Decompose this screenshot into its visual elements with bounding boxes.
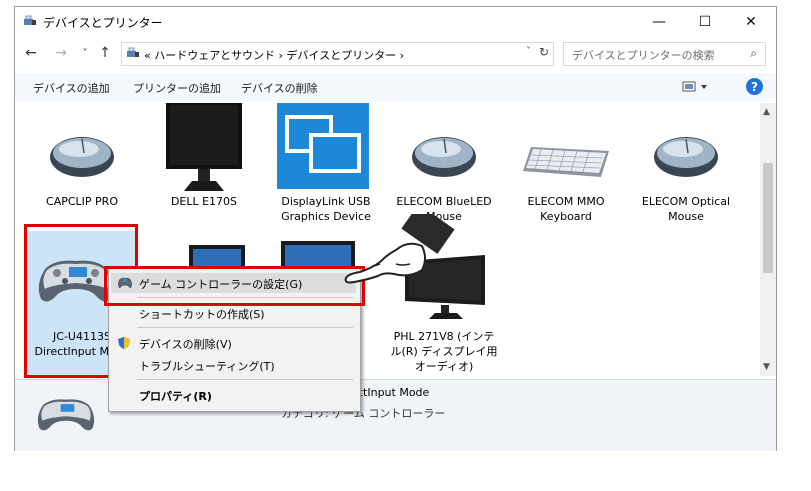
keyboard-icon bbox=[523, 147, 609, 177]
shield-icon bbox=[118, 337, 130, 349]
menu-highlight-box bbox=[104, 266, 365, 306]
add-device-button[interactable]: デバイスの追加 bbox=[33, 80, 110, 96]
up-button[interactable]: ↑ bbox=[95, 43, 115, 63]
device-elecom-optical-mouse[interactable]: ELECOM Optical Mouse bbox=[631, 103, 741, 223]
help-button[interactable]: ? bbox=[746, 78, 763, 95]
menu-separator bbox=[137, 327, 353, 328]
vertical-scrollbar[interactable]: ▲ ▼ bbox=[760, 103, 776, 376]
scroll-down-icon[interactable]: ▼ bbox=[763, 362, 770, 372]
menu-label: ショートカットの作成(S) bbox=[139, 308, 265, 321]
menu-item-remove-device[interactable]: デバイスの削除(V) bbox=[111, 333, 356, 353]
command-bar: デバイスの追加 プリンターの追加 デバイスの削除 ? bbox=[15, 73, 776, 101]
address-row: ← → ˅ ↑ « ハードウェアとサウンド › デバイスとプリンター › ˅ ↻… bbox=[15, 39, 776, 67]
devices-printers-icon bbox=[24, 15, 36, 25]
menu-label: プロパティ(R) bbox=[139, 390, 212, 403]
remove-device-button[interactable]: デバイスの削除 bbox=[241, 80, 318, 96]
device-displaylink[interactable]: DisplayLink USB Graphics Device bbox=[271, 103, 381, 223]
close-button[interactable]: ✕ bbox=[728, 7, 774, 37]
mouse-icon bbox=[412, 137, 476, 177]
device-label: PHL 271V8 (インテル(R) ディスプレイ用オーディオ) bbox=[390, 330, 498, 373]
add-printer-button[interactable]: プリンターの追加 bbox=[133, 80, 221, 96]
device-label: ELECOM MMO Keyboard bbox=[527, 195, 605, 223]
change-view-icon[interactable] bbox=[681, 80, 711, 94]
recent-locations-button[interactable]: ˅ bbox=[75, 43, 95, 63]
gamepad-icon bbox=[37, 399, 95, 431]
title-bar: デバイスとプリンター — ☐ ✕ bbox=[15, 7, 776, 37]
window-title: デバイスとプリンター bbox=[43, 16, 163, 30]
scroll-up-icon[interactable]: ▲ bbox=[763, 107, 770, 117]
menu-item-create-shortcut[interactable]: ショートカットの作成(S) bbox=[111, 303, 356, 323]
menu-item-properties[interactable]: プロパティ(R) bbox=[111, 385, 356, 405]
monitor-icon bbox=[166, 103, 242, 191]
refresh-icon[interactable]: ↻ bbox=[539, 45, 549, 59]
mouse-icon bbox=[654, 137, 718, 177]
scroll-thumb[interactable] bbox=[763, 163, 773, 273]
mouse-icon bbox=[50, 137, 114, 177]
menu-label: トラブルシューティング(T) bbox=[139, 360, 275, 373]
device-dell-e170s[interactable]: DELL E170S bbox=[149, 103, 259, 223]
search-icon[interactable]: ⌕ bbox=[750, 46, 757, 61]
search-placeholder: デバイスとプリンターの検索 bbox=[572, 49, 715, 62]
menu-label: デバイスの削除(V) bbox=[139, 338, 232, 351]
device-capclip-pro[interactable]: CAPCLIP PRO bbox=[27, 103, 137, 223]
device-elecom-blueled-mouse[interactable]: ELECOM BlueLED Mouse bbox=[389, 103, 499, 223]
back-button[interactable]: ← bbox=[21, 43, 41, 63]
displaylink-icon bbox=[277, 103, 369, 189]
maximize-button[interactable]: ☐ bbox=[682, 7, 728, 37]
menu-item-troubleshoot[interactable]: トラブルシューティング(T) bbox=[111, 355, 356, 375]
breadcrumb[interactable]: « ハードウェアとサウンド › デバイスとプリンター › bbox=[144, 47, 404, 63]
device-elecom-mmo-keyboard[interactable]: ELECOM MMO Keyboard bbox=[511, 103, 621, 223]
control-panel-icon bbox=[127, 47, 139, 57]
menu-separator bbox=[137, 379, 353, 380]
pointing-hand-icon bbox=[344, 214, 455, 284]
search-input[interactable]: デバイスとプリンターの検索 ⌕ bbox=[563, 42, 766, 66]
device-label: DELL E170S bbox=[170, 195, 238, 208]
forward-button[interactable]: → bbox=[51, 43, 71, 63]
minimize-button[interactable]: — bbox=[636, 7, 682, 37]
address-bar[interactable]: « ハードウェアとサウンド › デバイスとプリンター › ˅ ↻ bbox=[121, 42, 554, 66]
address-dropdown-icon[interactable]: ˅ bbox=[526, 46, 531, 57]
device-label: ELECOM Optical Mouse bbox=[641, 195, 731, 223]
device-label: CAPCLIP PRO bbox=[46, 195, 118, 208]
